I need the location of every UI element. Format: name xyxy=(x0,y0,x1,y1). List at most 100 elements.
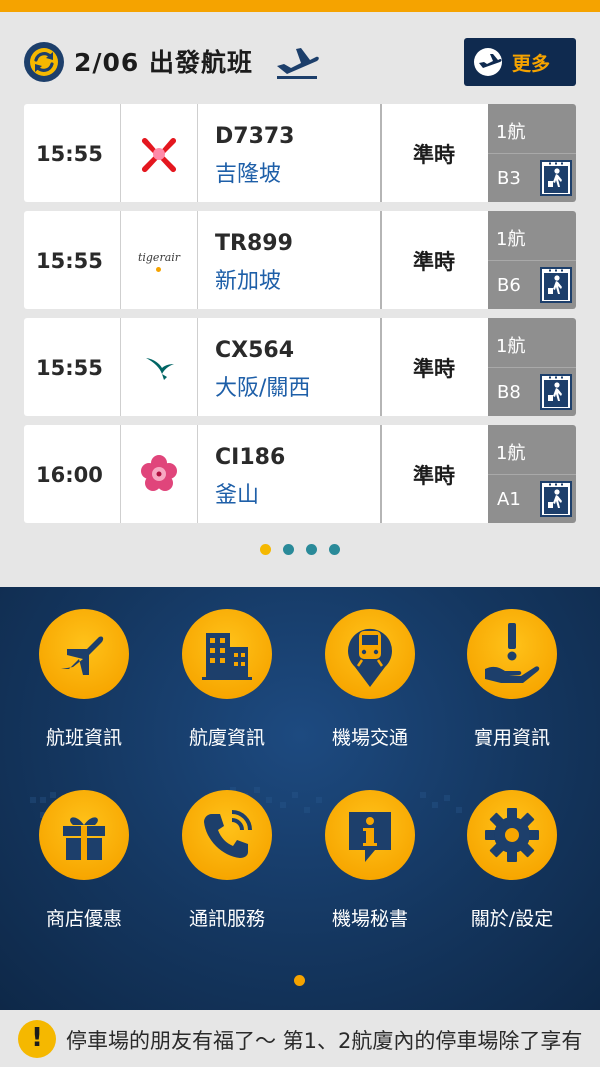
flight-destination: 釜山 xyxy=(215,483,260,508)
main-menu: 航班資訊 航廈資訊 機場交通 實用資訊 商店優惠 通訊服務 機場秘書 關於/設定 xyxy=(0,587,600,1010)
departure-flights-panel: 2/06 出發航班 更多 15:55 D7373 吉隆坡 準時 1航 B3 15… xyxy=(0,12,600,587)
alert-icon: ! xyxy=(18,1020,56,1058)
gate-cell: 1航 B3 xyxy=(488,104,576,202)
gate-cell: 1航 B8 xyxy=(488,318,576,416)
gate-divider xyxy=(488,474,576,475)
boarding-gate-icon xyxy=(540,160,572,200)
flight-time: 15:55 xyxy=(36,356,103,380)
building-icon xyxy=(182,609,272,699)
gift-icon xyxy=(39,790,129,880)
menu-label: 實用資訊 xyxy=(473,727,550,749)
flight-status: 準時 xyxy=(413,464,455,488)
logo-cell: tigerair xyxy=(120,211,196,309)
pager-dot[interactable] xyxy=(329,544,340,555)
time-cell: 15:55 xyxy=(24,104,119,202)
plane-circle-icon xyxy=(474,48,502,76)
gate-label: A1 xyxy=(497,489,521,510)
menu-terminal-info[interactable]: 航廈資訊 xyxy=(156,609,298,769)
flight-row[interactable]: 16:00 CI186 釜山 準時 1航 A1 xyxy=(24,425,576,523)
gate-label: B3 xyxy=(497,168,521,189)
flight-destination: 大阪/關西 xyxy=(215,376,311,401)
cathay-logo xyxy=(134,344,184,390)
menu-label: 航廈資訊 xyxy=(188,727,265,749)
logo-cell xyxy=(120,104,196,202)
status-cell: 準時 xyxy=(380,425,488,523)
gear-icon xyxy=(467,790,557,880)
time-cell: 15:55 xyxy=(24,318,119,416)
top-accent-bar xyxy=(0,0,600,12)
status-cell: 準時 xyxy=(380,104,488,202)
menu-useful-info[interactable]: 實用資訊 xyxy=(441,609,583,769)
more-button[interactable]: 更多 xyxy=(464,38,576,86)
pager-dot[interactable] xyxy=(306,544,317,555)
gate-cell: 1航 B6 xyxy=(488,211,576,309)
flight-info-cell: D7373 吉隆坡 xyxy=(197,104,379,202)
flight-row[interactable]: 15:55 tigerair TR899 新加坡 準時 1航 B6 xyxy=(24,211,576,309)
flight-time: 16:00 xyxy=(36,463,103,487)
airplane-icon xyxy=(39,609,129,699)
flight-status: 準時 xyxy=(413,143,455,167)
gate-cell: 1航 A1 xyxy=(488,425,576,523)
menu-label: 航班資訊 xyxy=(45,727,122,749)
more-label: 更多 xyxy=(512,53,551,75)
terminal-label: 1航 xyxy=(496,229,526,250)
flight-row[interactable]: 15:55 CX564 大阪/關西 準時 1航 B8 xyxy=(24,318,576,416)
gate-divider xyxy=(488,367,576,368)
flight-info-cell: CI186 釜山 xyxy=(197,425,379,523)
pager-dot[interactable] xyxy=(260,544,271,555)
time-cell: 15:55 xyxy=(24,211,119,309)
status-cell: 準時 xyxy=(380,318,488,416)
terminal-label: 1航 xyxy=(496,443,526,464)
hand-info-icon xyxy=(467,609,557,699)
flight-number: D7373 xyxy=(215,124,295,149)
departure-plane-icon xyxy=(274,44,320,84)
menu-flight-info[interactable]: 航班資訊 xyxy=(13,609,155,769)
flight-pager xyxy=(0,540,600,555)
gate-divider xyxy=(488,260,576,261)
china-airlines-logo xyxy=(134,451,184,497)
menu-label: 商店優惠 xyxy=(45,908,122,930)
page-title: 2/06 出發航班 xyxy=(74,48,254,77)
flight-info-cell: TR899 新加坡 xyxy=(197,211,379,309)
refresh-icon[interactable] xyxy=(24,42,64,82)
status-cell: 準時 xyxy=(380,211,488,309)
menu-about-settings[interactable]: 關於/設定 xyxy=(441,790,583,950)
flight-status: 準時 xyxy=(413,250,455,274)
tigerair-logo: tigerair xyxy=(134,237,184,283)
boarding-gate-icon xyxy=(540,481,572,521)
ticker-text: 停車場的朋友有福了～ 第1、2航廈內的停車場除了享有 xyxy=(66,1029,583,1053)
flight-row[interactable]: 15:55 D7373 吉隆坡 準時 1航 B3 xyxy=(24,104,576,202)
boarding-gate-icon xyxy=(540,267,572,307)
news-ticker[interactable]: ! 停車場的朋友有福了～ 第1、2航廈內的停車場除了享有 xyxy=(0,1010,600,1067)
flight-number: CI186 xyxy=(215,445,286,470)
terminal-label: 1航 xyxy=(496,122,526,143)
airasia-logo xyxy=(134,130,184,176)
menu-label: 機場秘書 xyxy=(331,908,408,930)
alert-icon-glyph: ! xyxy=(31,1023,43,1053)
menu-pager-dot[interactable] xyxy=(294,975,305,986)
flight-destination: 吉隆坡 xyxy=(215,162,282,187)
gate-label: B8 xyxy=(497,382,521,403)
menu-airport-transport[interactable]: 機場交通 xyxy=(299,609,441,769)
flight-status: 準時 xyxy=(413,357,455,381)
menu-shop-offers[interactable]: 商店優惠 xyxy=(13,790,155,950)
flight-time: 15:55 xyxy=(36,249,103,273)
menu-label: 通訊服務 xyxy=(188,908,265,930)
pager-dot[interactable] xyxy=(283,544,294,555)
time-cell: 16:00 xyxy=(24,425,119,523)
logo-cell xyxy=(120,425,196,523)
menu-label: 關於/設定 xyxy=(470,908,554,930)
phone-icon xyxy=(182,790,272,880)
flight-info-cell: CX564 大阪/關西 xyxy=(197,318,379,416)
menu-airport-secretary[interactable]: 機場秘書 xyxy=(299,790,441,950)
info-icon xyxy=(325,790,415,880)
menu-communication[interactable]: 通訊服務 xyxy=(156,790,298,950)
panel-header: 2/06 出發航班 更多 xyxy=(24,38,576,88)
train-icon xyxy=(325,609,415,699)
tigerair-logo-dot xyxy=(156,267,161,272)
boarding-gate-icon xyxy=(540,374,572,414)
gate-label: B6 xyxy=(497,275,521,296)
flight-number: CX564 xyxy=(215,338,295,363)
menu-label: 機場交通 xyxy=(331,727,408,749)
gate-divider xyxy=(488,153,576,154)
